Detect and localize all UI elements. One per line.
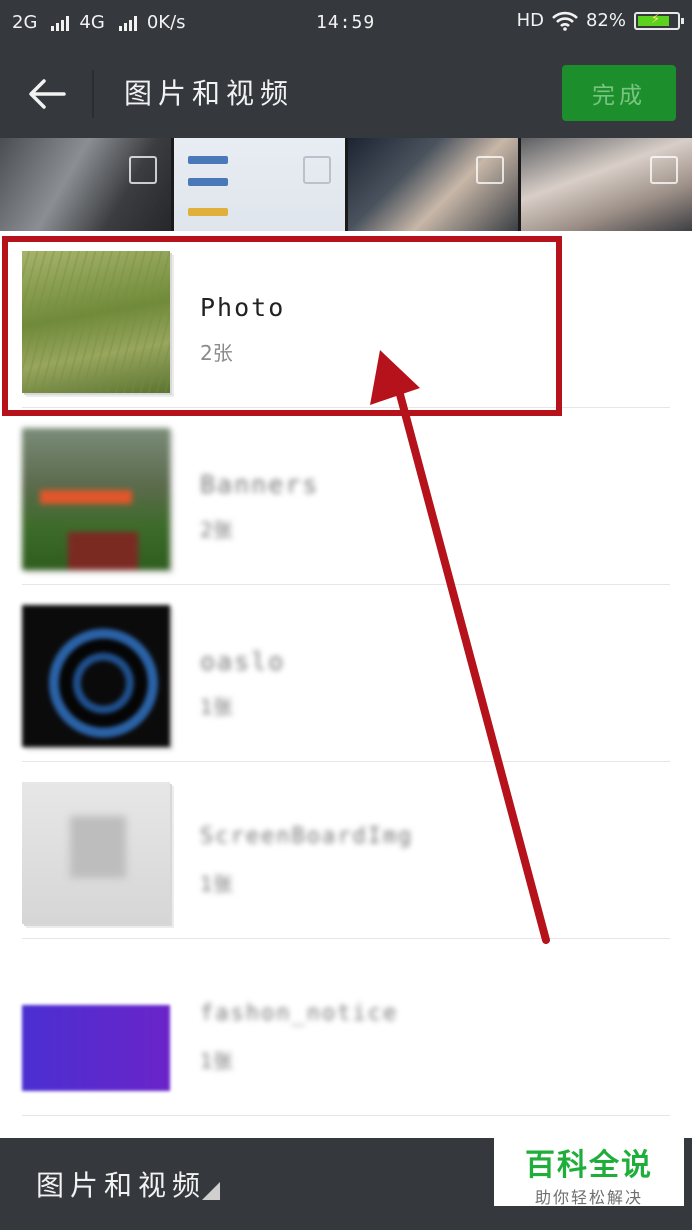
album-name: ScreenBoardImg <box>200 824 414 849</box>
watermark-main: 百科全说 <box>525 1148 653 1183</box>
album-cover <box>22 428 170 570</box>
status-left: 2G 4G 0K/s <box>12 12 186 33</box>
album-item[interactable]: ScreenBoardImg 1张 <box>0 762 692 939</box>
status-right: HD 82% ⚡ <box>516 10 684 31</box>
cover-decor <box>68 532 138 570</box>
album-count: 2张 <box>200 518 233 542</box>
list-divider <box>22 1115 670 1116</box>
title-bar: 图片和视频 完成 <box>0 48 692 138</box>
charging-icon: ⚡ <box>651 11 661 27</box>
photo-thumbnail[interactable] <box>0 138 171 231</box>
clock: 14:59 <box>316 12 376 33</box>
thumbnail-decor <box>187 156 228 164</box>
signal-icon <box>51 15 70 31</box>
album-item[interactable]: fashon_notice 1张 <box>0 939 692 1116</box>
page-title: 图片和视频 <box>124 77 295 110</box>
watermark-sub: 助你轻松解决 <box>534 1188 643 1207</box>
battery-percent: 82% <box>585 10 626 31</box>
network-speed: 0K/s <box>146 12 186 33</box>
wifi-icon <box>552 11 578 31</box>
select-checkbox[interactable] <box>302 156 331 184</box>
photo-thumbnail[interactable] <box>521 138 692 231</box>
back-arrow-icon[interactable] <box>26 76 66 112</box>
thumbnail-decor <box>187 178 228 186</box>
dropdown-indicator-icon[interactable] <box>202 1182 220 1200</box>
album-count: 1张 <box>200 1049 233 1073</box>
album-count: 2张 <box>200 341 233 365</box>
album-cover <box>22 605 170 747</box>
album-cover <box>22 251 170 393</box>
select-checkbox[interactable] <box>128 156 157 184</box>
album-count: 1张 <box>200 695 233 719</box>
watermark-logo: 百科全说 助你轻松解决 <box>494 1138 684 1207</box>
cover-decor <box>22 1005 170 1091</box>
network-2g-label: 2G <box>12 12 38 33</box>
signal-icon <box>118 15 137 31</box>
cover-decor <box>40 490 132 504</box>
photo-thumbnail[interactable] <box>347 138 519 231</box>
album-list: Photo 2张 Banners 2张 oaslo 1张 ScreenBoard… <box>0 231 692 1138</box>
hd-label: HD <box>516 10 544 31</box>
cover-decor <box>70 816 126 878</box>
album-name: fashon_notice <box>200 1001 399 1026</box>
battery-icon: ⚡ <box>634 11 684 30</box>
album-picker[interactable]: 图片和视频 <box>36 1164 206 1204</box>
status-bar: 2G 4G 0K/s 14:59 HD 82% ⚡ <box>0 0 692 48</box>
title-divider <box>92 70 94 118</box>
album-item-photo[interactable]: Photo 2张 <box>0 231 692 408</box>
photo-thumbnail[interactable] <box>173 138 345 231</box>
bottom-bar: 图片和视频 百科全说 助你轻松解决 <box>0 1138 692 1230</box>
album-name: Banners <box>200 470 320 499</box>
album-item[interactable]: oaslo 1张 <box>0 585 692 762</box>
done-button[interactable]: 完成 <box>562 65 676 121</box>
album-name: Photo <box>200 293 286 322</box>
network-4g-label: 4G <box>79 12 105 33</box>
album-cover <box>22 782 170 924</box>
album-count: 1张 <box>200 872 233 896</box>
album-item[interactable]: Banners 2张 <box>0 408 692 585</box>
photo-grid-strip <box>0 138 692 231</box>
album-cover <box>22 959 170 1101</box>
select-checkbox[interactable] <box>650 156 678 184</box>
thumbnail-decor <box>187 208 228 216</box>
album-name: oaslo <box>200 647 286 676</box>
select-checkbox[interactable] <box>476 156 505 184</box>
